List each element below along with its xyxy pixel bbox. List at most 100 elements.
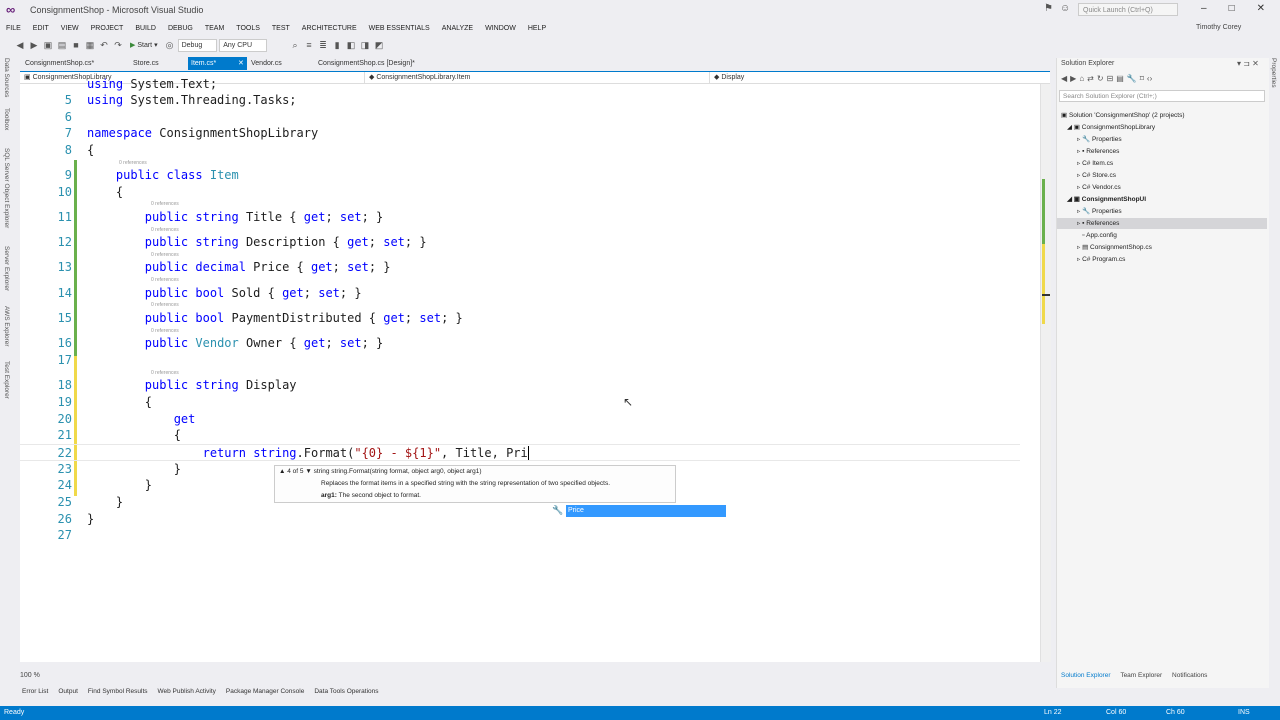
new-project-icon[interactable]: ▣	[42, 39, 54, 51]
refresh-icon[interactable]: ↻	[1097, 74, 1104, 86]
menu-window[interactable]: WINDOW	[479, 25, 522, 32]
attach-icon[interactable]: ◎	[164, 39, 176, 51]
codelens-references[interactable]: 0 references	[151, 277, 179, 283]
tab-error-list[interactable]: Error List	[22, 688, 48, 700]
code-view-icon[interactable]: ‹›	[1147, 74, 1152, 86]
tab-find-symbol-results[interactable]: Find Symbol Results	[88, 688, 148, 700]
codelens-references[interactable]: 0 references	[151, 252, 179, 258]
tab-consignmentshop-design[interactable]: ConsignmentShop.cs [Design]*	[315, 57, 418, 70]
save-icon[interactable]: ■	[70, 39, 82, 51]
rail-sql-server-object-explorer[interactable]: SQL Server Object Explorer	[3, 148, 10, 228]
show-all-files-icon[interactable]: ▤	[1116, 74, 1124, 86]
codelens-references[interactable]: 0 references	[151, 370, 179, 376]
home-icon[interactable]: ⌂	[1079, 74, 1084, 86]
solution-explorer-search[interactable]: Search Solution Explorer (Ctrl+;)	[1059, 90, 1265, 102]
zoom-level-select[interactable]: 100 %	[20, 672, 40, 679]
intellisense-selected-item[interactable]: Price	[566, 505, 726, 517]
tab-output[interactable]: Output	[58, 688, 78, 700]
codelens-references[interactable]: 0 references	[119, 160, 147, 166]
tab-web-publish-activity[interactable]: Web Publish Activity	[158, 688, 216, 700]
tree-project-ui[interactable]: ◢ ▣ ConsignmentShopUI	[1067, 194, 1146, 205]
clear-bookmarks-icon[interactable]: ◩	[373, 39, 385, 51]
menu-help[interactable]: HELP	[522, 25, 552, 32]
preview-icon[interactable]: ⌑	[1140, 74, 1144, 86]
menu-tools[interactable]: TOOLS	[230, 25, 266, 32]
menu-edit[interactable]: EDIT	[27, 25, 55, 32]
feedback-icon[interactable]: ☺	[1060, 3, 1070, 14]
rail-data-sources[interactable]: Data Sources	[3, 58, 10, 97]
rail-aws-explorer[interactable]: AWS Explorer	[3, 306, 10, 347]
menu-team[interactable]: TEAM	[199, 25, 230, 32]
start-debug-button[interactable]: ▶ Start ▾	[126, 41, 162, 49]
codelens-references[interactable]: 0 references	[151, 328, 179, 334]
undo-icon[interactable]: ↶	[98, 39, 110, 51]
menu-file[interactable]: FILE	[0, 25, 27, 32]
tree-vendor-cs[interactable]: ▹ C# Vendor.cs	[1077, 182, 1121, 193]
tree-references[interactable]: ▹ ▪ References	[1077, 146, 1119, 157]
menu-architecture[interactable]: ARCHITECTURE	[296, 25, 363, 32]
close-tab-icon[interactable]: ✕	[235, 57, 247, 70]
menu-analyze[interactable]: ANALYZE	[436, 25, 479, 32]
menu-web-essentials[interactable]: WEB ESSENTIALS	[363, 25, 436, 32]
forward-icon[interactable]: ▶	[1070, 74, 1076, 86]
find-icon[interactable]: ⌕	[289, 39, 301, 51]
tab-team-explorer[interactable]: Team Explorer	[1120, 672, 1162, 679]
rail-test-explorer[interactable]: Test Explorer	[3, 361, 10, 399]
codelens-references[interactable]: 0 references	[151, 201, 179, 207]
tab-solution-explorer[interactable]: Solution Explorer	[1061, 672, 1111, 679]
rail-properties[interactable]: Properties	[1270, 58, 1277, 88]
tree-ui-properties[interactable]: ▹ 🔧 Properties	[1077, 206, 1122, 217]
prev-bookmark-icon[interactable]: ◧	[345, 39, 357, 51]
close-icon[interactable]: ✕	[1257, 3, 1265, 17]
maximize-icon[interactable]: □	[1229, 3, 1235, 17]
tree-properties[interactable]: ▹ 🔧 Properties	[1077, 134, 1122, 145]
minimize-icon[interactable]: –	[1201, 3, 1207, 17]
menu-project[interactable]: PROJECT	[85, 25, 130, 32]
bookmark-icon[interactable]: ▮	[331, 39, 343, 51]
solution-platform-select[interactable]: Any CPU	[219, 38, 268, 52]
back-icon[interactable]: ◀	[14, 39, 26, 51]
tab-store-cs[interactable]: Store.cs	[130, 57, 162, 70]
editor-scrollbar[interactable]	[1040, 84, 1051, 662]
menu-debug[interactable]: DEBUG	[162, 25, 199, 32]
codelens-references[interactable]: 0 references	[151, 302, 179, 308]
tab-consignmentshop-cs[interactable]: ConsignmentShop.cs*	[22, 57, 97, 70]
tree-solution[interactable]: ▣ Solution 'ConsignmentShop' (2 projects…	[1061, 110, 1185, 121]
signed-in-user[interactable]: Timothy Corey	[1196, 24, 1241, 31]
tree-store-cs[interactable]: ▹ C# Store.cs	[1077, 170, 1116, 181]
collapse-all-icon[interactable]: ⊟	[1107, 74, 1114, 86]
overload-down-icon[interactable]: ▼	[305, 468, 311, 475]
tree-item-cs[interactable]: ▹ C# Item.cs	[1077, 158, 1113, 169]
tab-notifications[interactable]: Notifications	[1172, 672, 1207, 679]
tree-app-config[interactable]: ▫ App.config	[1077, 230, 1116, 241]
sync-icon[interactable]: ⇄	[1087, 74, 1094, 86]
redo-icon[interactable]: ↷	[112, 39, 124, 51]
rail-server-explorer[interactable]: Server Explorer	[3, 246, 10, 291]
panel-options-icon[interactable]: ▾ ⊐ ✕	[1237, 59, 1259, 68]
tab-data-tools-operations[interactable]: Data Tools Operations	[314, 688, 378, 700]
comment-icon[interactable]: ≡	[303, 39, 315, 51]
properties-icon[interactable]: 🔧	[1127, 74, 1137, 86]
overload-up-icon[interactable]: ▲	[279, 468, 285, 475]
save-all-icon[interactable]: ▦	[84, 39, 96, 51]
menu-view[interactable]: VIEW	[55, 25, 85, 32]
uncomment-icon[interactable]: ≣	[317, 39, 329, 51]
tree-ui-references[interactable]: ▹ ▪ References	[1057, 218, 1267, 229]
solution-configuration-select[interactable]: Debug	[177, 38, 218, 52]
back-icon[interactable]: ◀	[1061, 74, 1067, 86]
quick-launch-input[interactable]: Quick Launch (Ctrl+Q)	[1078, 3, 1178, 16]
next-bookmark-icon[interactable]: ◨	[359, 39, 371, 51]
tab-vendor-cs[interactable]: Vendor.cs	[248, 57, 285, 70]
codelens-references[interactable]: 0 references	[151, 227, 179, 233]
rail-toolbox[interactable]: Toolbox	[3, 108, 10, 130]
open-file-icon[interactable]: ▤	[56, 39, 68, 51]
menu-test[interactable]: TEST	[266, 25, 296, 32]
code-editor[interactable]: using System.Text; 5 using System.Threadi…	[20, 77, 1050, 662]
forward-icon[interactable]: ▶	[28, 39, 40, 51]
tree-project-library[interactable]: ◢ ▣ ConsignmentShopLibrary	[1067, 122, 1155, 133]
menu-build[interactable]: BUILD	[129, 25, 162, 32]
tab-package-manager-console[interactable]: Package Manager Console	[226, 688, 304, 700]
tree-program-cs[interactable]: ▹ C# Program.cs	[1077, 254, 1125, 265]
tree-consignmentshop-cs[interactable]: ▹ ▤ ConsignmentShop.cs	[1077, 242, 1152, 253]
notification-flag-icon[interactable]: ⚑	[1044, 3, 1053, 14]
